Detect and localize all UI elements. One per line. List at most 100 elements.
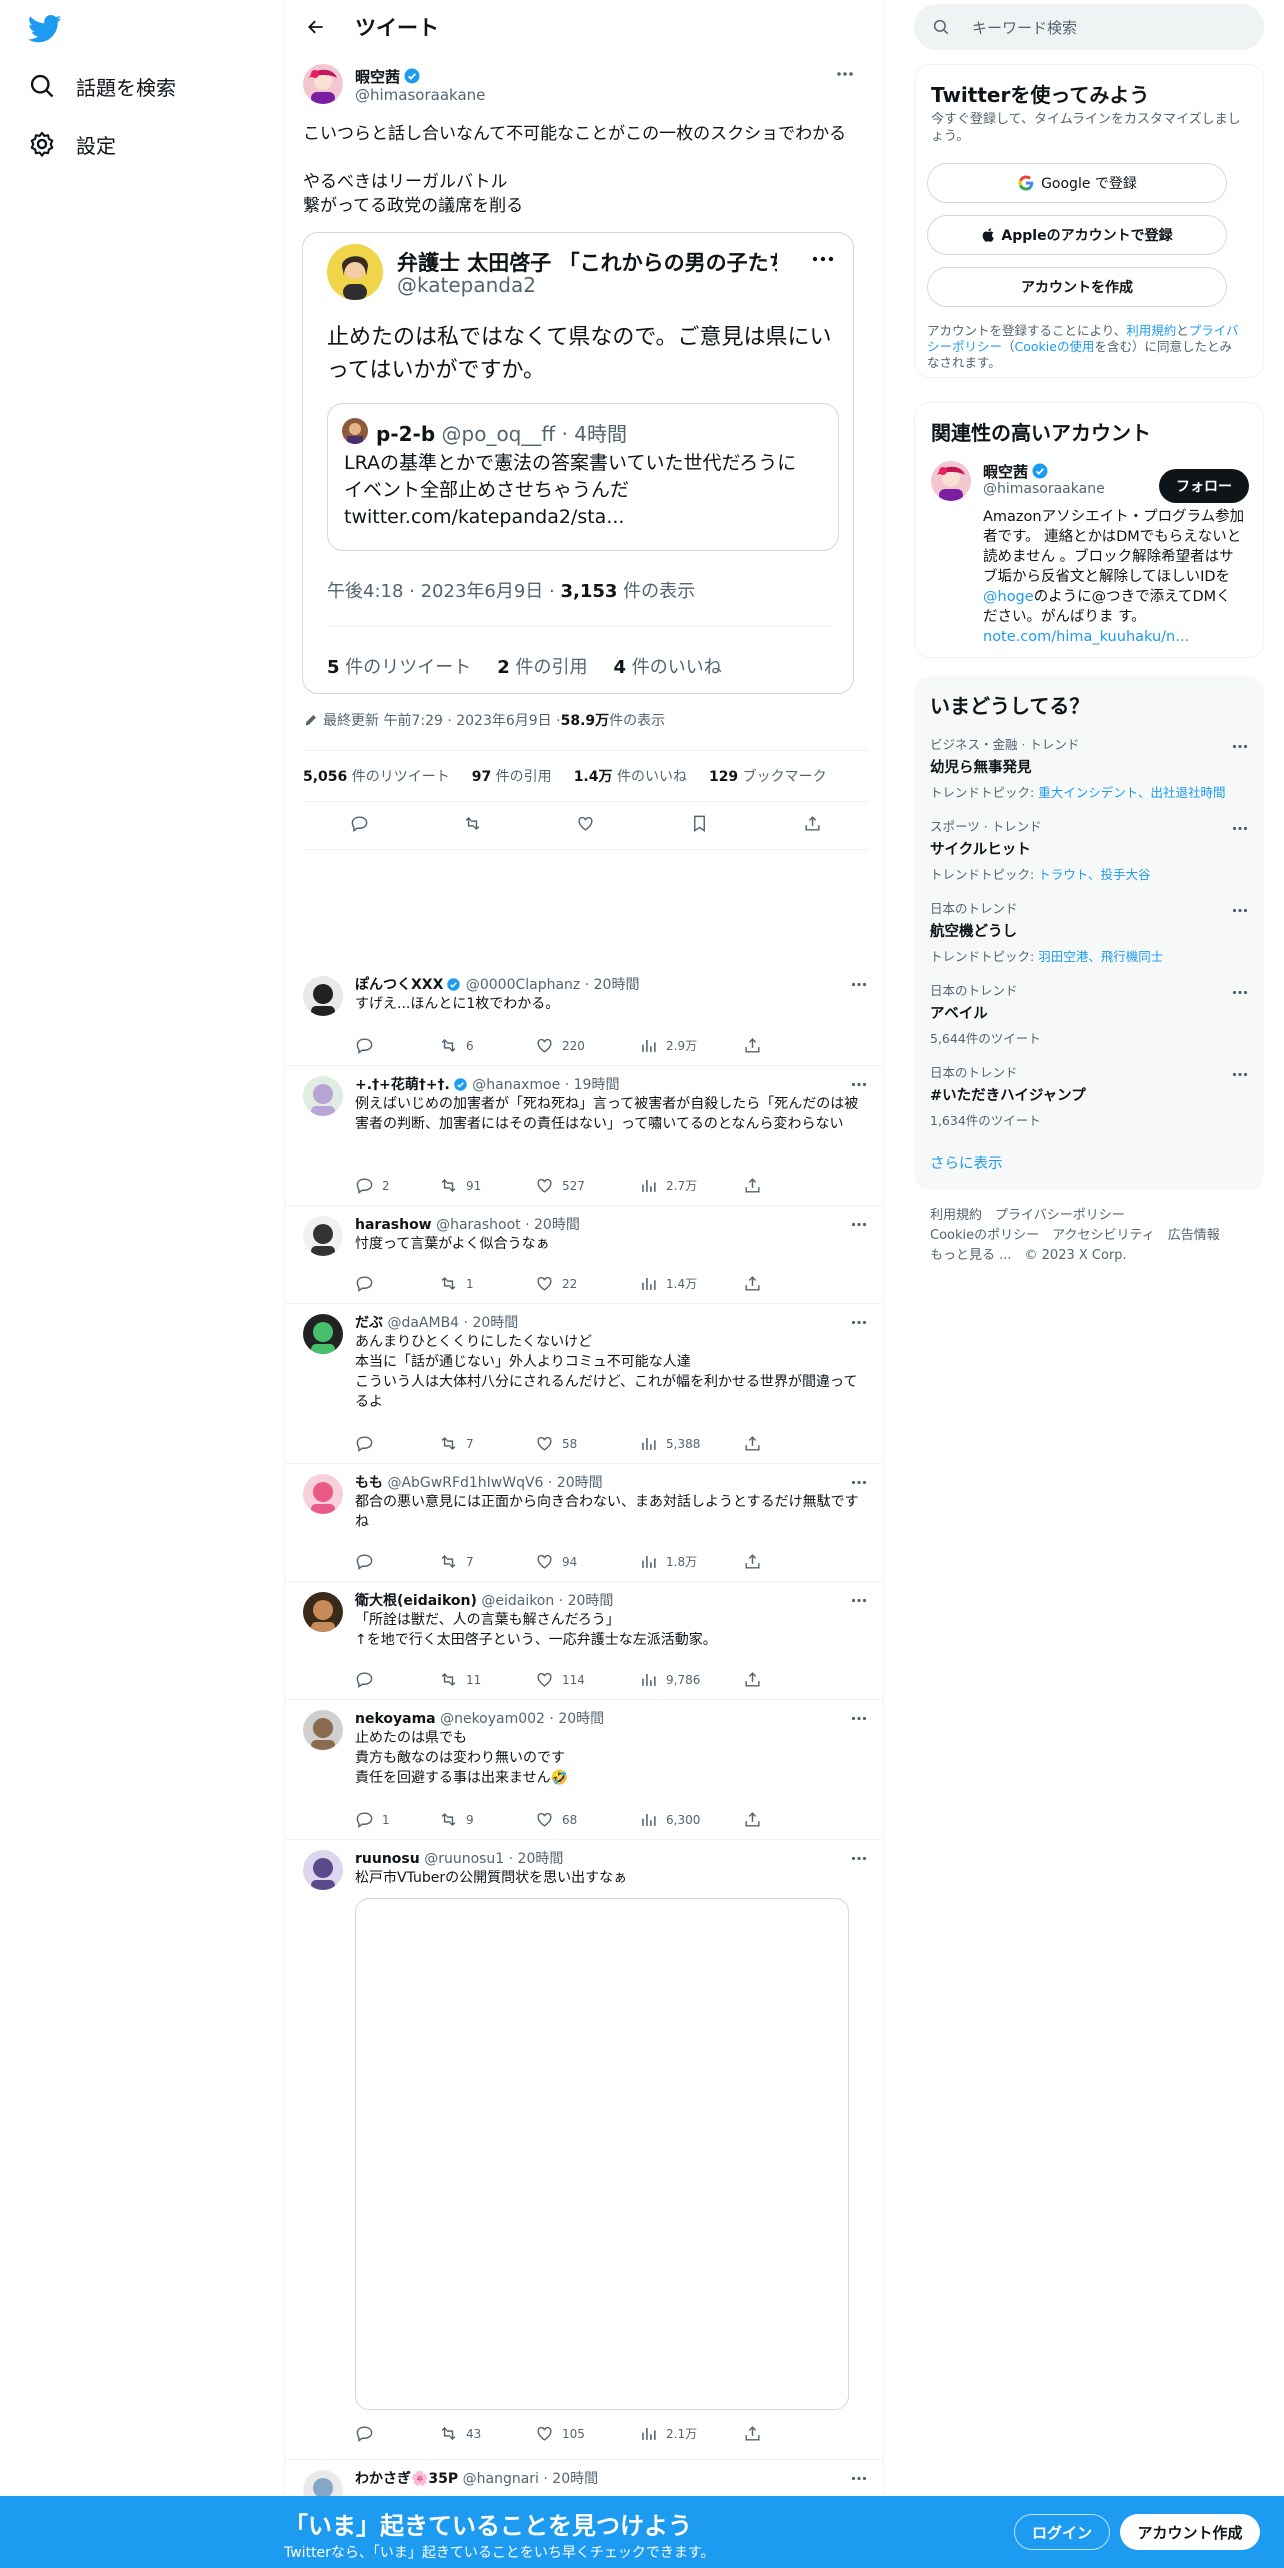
retweet-button[interactable]: 9	[439, 1810, 535, 1829]
trend-topic-links[interactable]: トラウト、投手大谷	[1038, 867, 1150, 882]
reply-tweet[interactable]: ぽんつくXXX @0000Claphanz · 20時間 すげえ...ほんとに1…	[285, 966, 883, 1066]
share-button[interactable]	[743, 1670, 762, 1689]
trend-topic-links[interactable]: 羽田空港、飛行機同士	[1038, 949, 1163, 964]
reply-tweet[interactable]: だぶ @daAMB4 · 20時間 あんまりひとくくりにしたくないけど 本当に「…	[285, 1304, 883, 1464]
bio-mention-link[interactable]: @hoge	[983, 589, 1034, 605]
share-button[interactable]	[743, 1434, 762, 1453]
login-button[interactable]: ログイン	[1014, 2514, 1110, 2550]
retweets-stat[interactable]: 5,056 件のリツイート	[303, 766, 450, 786]
nested-quote-author-name[interactable]: p-2-b	[376, 422, 435, 446]
author-name[interactable]: 暇空茜	[355, 66, 421, 87]
avatar[interactable]	[327, 244, 383, 300]
quote-retweets[interactable]: 5 件のリツイート	[327, 653, 471, 679]
reply-tweet[interactable]: もも @AbGwRFd1hIwWqV6 · 20時間 都合の悪い意見には正面から…	[285, 1464, 883, 1582]
reply-author-name[interactable]: ruunosu	[355, 1851, 420, 1867]
like-button[interactable]: 527	[535, 1176, 639, 1195]
google-signup-button[interactable]: Google で登録	[927, 163, 1227, 203]
views-button[interactable]: 5,388	[639, 1434, 743, 1453]
show-more-link[interactable]: さらに表示	[930, 1152, 1003, 1173]
retweet-button[interactable]: 91	[439, 1176, 535, 1195]
cookie-link[interactable]: Cookieの使用	[1015, 339, 1095, 354]
more-options-button[interactable]	[847, 1846, 871, 1870]
nested-quoted-tweet[interactable]: p-2-b @po_oq__ff · 4時間 LRAの基準とかで憲法の答案書いて…	[327, 403, 839, 551]
retweet-button[interactable]: 7	[439, 1434, 535, 1453]
reply-button[interactable]	[355, 1274, 439, 1293]
retweet-button[interactable]	[463, 814, 482, 837]
views-button[interactable]: 2.9万	[639, 1036, 743, 1055]
avatar[interactable]	[342, 418, 368, 444]
more-options-button[interactable]	[847, 972, 871, 996]
like-button[interactable]: 105	[535, 2424, 639, 2443]
nav-explore[interactable]: 話題を検索	[28, 66, 176, 106]
like-button[interactable]: 114	[535, 1670, 639, 1689]
more-options-button[interactable]	[847, 1212, 871, 1236]
bookmark-button[interactable]	[690, 814, 709, 837]
trend-item[interactable]: 日本のトレンド 航空機どうし トレンドトピック: 羽田空港、飛行機同士	[930, 898, 1250, 965]
share-button[interactable]	[743, 2424, 762, 2443]
likes-stat[interactable]: 1.4万 件のいいね	[574, 766, 687, 786]
apple-signup-button[interactable]: Appleのアカウントで登録	[927, 215, 1227, 255]
reply-button[interactable]: 2	[355, 1176, 439, 1195]
avatar[interactable]	[303, 1216, 343, 1256]
retweet-button[interactable]: 7	[439, 1552, 535, 1571]
avatar[interactable]	[303, 2470, 343, 2496]
more-options-button[interactable]	[847, 1706, 871, 1730]
trend-item[interactable]: 日本のトレンド #いただきハイジャンプ 1,634件のツイート	[930, 1062, 1250, 1129]
more-options-button[interactable]	[847, 1588, 871, 1612]
back-button[interactable]	[299, 10, 333, 44]
more-options-button[interactable]	[1228, 1062, 1252, 1086]
retweet-button[interactable]: 11	[439, 1670, 535, 1689]
more-options-button[interactable]	[1228, 980, 1252, 1004]
retweet-button[interactable]: 1	[439, 1274, 535, 1293]
signup-button[interactable]: アカウント作成	[1120, 2514, 1260, 2550]
views-button[interactable]: 2.1万	[639, 2424, 743, 2443]
trend-item[interactable]: スポーツ · トレンド サイクルヒット トレンドトピック: トラウト、投手大谷	[930, 816, 1250, 883]
footer-line[interactable]: Cookieのポリシー アクセシビリティ 広告情報	[930, 1226, 1250, 1246]
terms-link[interactable]: 利用規約	[1126, 323, 1176, 338]
reply-button[interactable]	[355, 1036, 439, 1055]
reply-button[interactable]	[350, 814, 369, 837]
like-button[interactable]: 94	[535, 1552, 639, 1571]
bookmarks-stat[interactable]: 129 ブックマーク	[709, 766, 827, 786]
more-options-button[interactable]	[1228, 816, 1252, 840]
reply-author-name[interactable]: わかさぎ🌸35P	[355, 2471, 458, 2487]
reply-tweet[interactable]: harashow @harashoot · 20時間 忖度って言葉がよく似合うな…	[285, 1206, 883, 1304]
reply-author-name[interactable]: harashow	[355, 1217, 432, 1233]
share-button[interactable]	[743, 1274, 762, 1293]
avatar[interactable]	[303, 64, 343, 104]
avatar[interactable]	[303, 1474, 343, 1514]
reply-tweet[interactable]: わかさぎ🌸35P @hangnari · 20時間	[285, 2460, 883, 2496]
reply-button[interactable]	[355, 1434, 439, 1453]
share-button[interactable]	[743, 1176, 762, 1195]
create-account-button[interactable]: アカウントを作成	[927, 267, 1227, 307]
reply-author-name[interactable]: +.†+花萌†+†.	[355, 1077, 450, 1093]
views-button[interactable]: 1.4万	[639, 1274, 743, 1293]
quote-likes[interactable]: 4 件のいいね	[614, 653, 722, 679]
search-input[interactable]: キーワード検索	[914, 4, 1264, 50]
bio-link[interactable]: note.com/hima_kuuhaku/n...	[983, 629, 1189, 645]
nav-settings[interactable]: 設定	[28, 124, 116, 164]
share-button[interactable]	[743, 1552, 762, 1571]
avatar[interactable]	[303, 1076, 343, 1116]
share-button[interactable]	[743, 1036, 762, 1055]
reply-author-name[interactable]: ぽんつくXXX	[355, 977, 443, 993]
related-account-handle[interactable]: @himasoraakane	[983, 481, 1105, 497]
reply-tweet[interactable]: +.†+花萌†+†. @hanaxmoe · 19時間 例えばいじめの加害者が「…	[285, 1066, 883, 1206]
reply-author-name[interactable]: だぶ	[355, 1315, 383, 1331]
reply-author-name[interactable]: nekoyama	[355, 1711, 436, 1727]
trend-item[interactable]: 日本のトレンド アベイル 5,644件のツイート	[930, 980, 1250, 1047]
avatar[interactable]	[303, 1710, 343, 1750]
reply-tweet[interactable]: 衛大根(eidaikon) @eidaikon · 20時間 「所詮は獣だ、人の…	[285, 1582, 883, 1700]
avatar[interactable]	[931, 461, 971, 501]
like-button[interactable]: 22	[535, 1274, 639, 1293]
like-button[interactable]: 58	[535, 1434, 639, 1453]
reply-media[interactable]	[355, 1898, 849, 2410]
more-options-button[interactable]	[811, 247, 835, 271]
reply-button[interactable]	[355, 1552, 439, 1571]
quotes-stat[interactable]: 97 件の引用	[472, 766, 552, 786]
views-button[interactable]: 2.7万	[639, 1176, 743, 1195]
share-button[interactable]	[803, 814, 822, 837]
quote-quotes[interactable]: 2 件の引用	[497, 653, 587, 679]
reply-tweet[interactable]: nekoyama @nekoyam002 · 20時間 止めたのは県でも 貴方も…	[285, 1700, 883, 1840]
like-button[interactable]	[576, 814, 595, 837]
